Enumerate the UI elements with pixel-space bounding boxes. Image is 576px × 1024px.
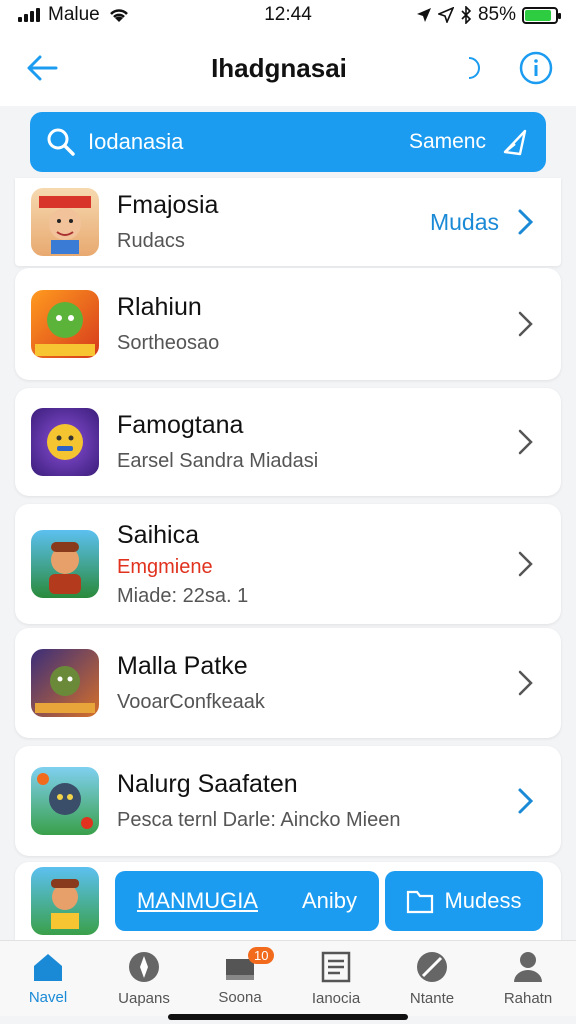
app-thumbnail <box>31 408 99 476</box>
item-title: Nalurg Saafaten <box>117 770 298 798</box>
location-icon <box>416 8 431 22</box>
app-thumbnail <box>31 767 99 835</box>
document-icon <box>321 951 351 983</box>
list-item[interactable]: Famogtana Earsel Sandra Miadasi <box>15 388 561 496</box>
bluetooth-icon <box>461 6 472 24</box>
list-item[interactable]: Nalurg Saafaten Pesca ternl Darle: Ainck… <box>15 746 561 856</box>
app-thumbnail <box>31 867 99 935</box>
battery-icon <box>522 6 561 24</box>
item-title: Malla Patke <box>117 652 248 680</box>
chevron-right-icon <box>518 311 533 337</box>
folder-icon <box>407 890 434 914</box>
compass-icon <box>129 952 159 982</box>
status-bar: Malue 12:44 85% <box>0 0 576 30</box>
search-action-label[interactable]: Samenc <box>409 130 486 154</box>
page-title: Ihadgnasai <box>211 52 347 83</box>
tab-uapans[interactable]: Uapans <box>96 941 192 1016</box>
blocked-icon <box>417 952 447 982</box>
send-icon[interactable] <box>500 127 530 157</box>
item-title: Famogtana <box>117 411 244 439</box>
tab-label: Ntante <box>409 990 455 1007</box>
list-item[interactable]: Fmajosia Rudacs Mudas <box>15 178 561 266</box>
list-item[interactable]: Rlahiun Sortheosao <box>15 268 561 380</box>
mudess-label: Mudess <box>444 888 522 913</box>
signal-icon <box>18 8 40 22</box>
list-item[interactable]: Saihica Emgmiene Miade: 22sa. 1 <box>15 504 561 624</box>
chevron-right-icon <box>518 209 534 235</box>
chevron-right-icon <box>518 670 533 696</box>
item-subtitle: Pesca ternl Darle: Aincko Mieen <box>117 809 401 831</box>
item-title: Rlahiun <box>117 293 202 321</box>
primary-action-label: MANMUGIA <box>136 888 258 913</box>
app-thumbnail <box>31 290 99 358</box>
navigation-header: Ihadgnasai <box>0 30 576 106</box>
tab-bar: Navel Uapans 10 Soona Ianocia Ntante Rah… <box>0 940 576 1016</box>
chevron-right-icon <box>518 551 533 577</box>
primary-action-button[interactable]: MANMUGIA Aniby <box>115 871 379 931</box>
app-thumbnail <box>31 649 99 717</box>
chevron-right-icon <box>518 788 534 814</box>
home-indicator <box>168 1014 408 1020</box>
item-subtitle: Sortheosao <box>117 332 220 354</box>
person-icon <box>514 952 542 982</box>
item-title: Fmajosia <box>117 191 219 219</box>
back-arrow-icon[interactable] <box>22 48 62 88</box>
item-title: Saihica <box>117 520 199 549</box>
notification-badge: 10 <box>248 947 275 964</box>
tab-label: Soona <box>218 989 262 1006</box>
chevron-right-icon <box>518 429 533 455</box>
battery-percent: 85% <box>477 4 516 25</box>
tab-navel[interactable]: Navel <box>0 941 96 1016</box>
secondary-action-label: Aniby <box>301 888 357 913</box>
app-thumbnail <box>31 188 99 256</box>
tab-label: Navel <box>28 989 68 1006</box>
carrier-name: Malue <box>48 4 100 25</box>
search-input[interactable] <box>88 129 409 155</box>
search-bar[interactable]: Samenc <box>30 112 546 172</box>
wifi-icon <box>109 9 128 22</box>
moon-icon[interactable] <box>456 50 492 86</box>
item-promo: Emgmiene <box>117 555 213 578</box>
action-card: MANMUGIA Aniby Mudess <box>15 862 561 940</box>
battery-level <box>525 9 551 21</box>
tab-ianocia[interactable]: Ianocia <box>288 941 384 1016</box>
tab-rahatn[interactable]: Rahatn <box>480 941 576 1016</box>
list-item[interactable]: Malla Patke VooarConfkeaak <box>15 628 561 738</box>
tab-label: Uapans <box>118 990 170 1007</box>
tab-soona[interactable]: 10 Soona <box>192 941 288 1016</box>
tab-ntante[interactable]: Ntante <box>384 941 480 1016</box>
item-link[interactable]: Mudas <box>430 209 499 236</box>
item-subtitle: Rudacs <box>117 230 185 252</box>
app-thumbnail <box>31 530 99 598</box>
home-icon <box>34 954 62 981</box>
info-icon[interactable] <box>518 50 554 86</box>
location-outline-icon <box>437 7 454 23</box>
item-subtitle: Earsel Sandra Miadasi <box>117 450 319 472</box>
clock: 12:44 <box>264 4 312 25</box>
search-icon <box>47 128 75 156</box>
tab-label: Ianocia <box>311 990 361 1007</box>
tab-label: Rahatn <box>503 990 553 1007</box>
mudess-button[interactable]: Mudess <box>385 871 543 931</box>
item-subtitle: VooarConfkeaak <box>117 691 265 713</box>
item-subtitle: Miade: 22sa. 1 <box>117 584 249 607</box>
